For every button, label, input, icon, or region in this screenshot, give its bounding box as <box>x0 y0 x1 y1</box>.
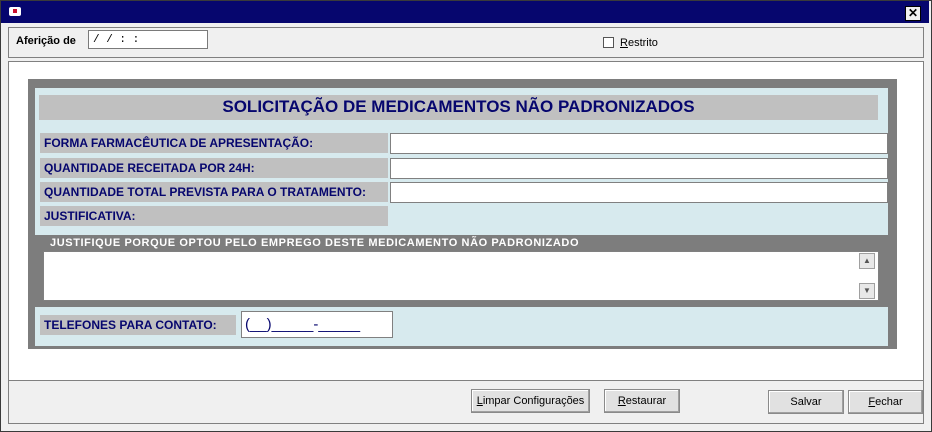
fechar-label-rest: echar <box>875 396 903 408</box>
scroll-down-icon[interactable]: ▼ <box>859 283 875 299</box>
telefones-label: TELEFONES PARA CONTATO: <box>40 315 236 335</box>
close-button[interactable]: ✕ <box>905 6 921 21</box>
restrito-label-rest: estrito <box>627 37 658 49</box>
title-bar <box>1 1 929 23</box>
quantidade-24h-input[interactable] <box>390 158 888 179</box>
close-icon: ✕ <box>907 6 919 20</box>
restaurar-label-rest: estaurar <box>625 395 667 407</box>
restrito-checkbox[interactable] <box>603 37 614 48</box>
limpar-configuracoes-button[interactable]: Limpar Configurações <box>471 389 590 413</box>
app-icon <box>9 7 21 16</box>
quantidade-total-label: QUANTIDADE TOTAL PREVISTA PARA O TRATAME… <box>40 182 388 202</box>
scroll-up-icon[interactable]: ▲ <box>859 253 875 269</box>
afericao-datetime-input[interactable]: / / : : <box>88 30 208 49</box>
limpar-label-rest: impar Configurações <box>482 395 585 407</box>
salvar-label: Salvar <box>790 396 822 408</box>
quantidade-total-input[interactable] <box>390 182 888 203</box>
salvar-button[interactable]: Salvar <box>768 390 844 414</box>
forma-farmaceutica-input[interactable] <box>390 133 888 154</box>
restaurar-button[interactable]: Restaurar <box>604 389 680 413</box>
justificativa-label: JUSTIFICATIVA: <box>40 206 388 226</box>
restrito-label[interactable]: Restrito <box>620 37 658 49</box>
form-title: SOLICITAÇÃO DE MEDICAMENTOS NÃO PADRONIZ… <box>39 95 878 120</box>
quantidade-24h-label: QUANTIDADE RECEITADA POR 24H: <box>40 158 388 178</box>
fechar-button[interactable]: Fechar <box>848 390 923 414</box>
restrito-label-u: R <box>620 37 628 49</box>
telefones-input[interactable]: (__)_____-_____ <box>241 311 393 338</box>
restaurar-label-u: R <box>617 395 626 407</box>
forma-farmaceutica-label: FORMA FARMACÊUTICA DE APRESENTAÇÃO: <box>40 133 388 153</box>
justification-caption: JUSTIFIQUE PORQUE OPTOU PELO EMPREGO DES… <box>50 237 580 249</box>
justification-textarea[interactable] <box>43 251 879 301</box>
afericao-label: Aferição de <box>16 35 76 47</box>
